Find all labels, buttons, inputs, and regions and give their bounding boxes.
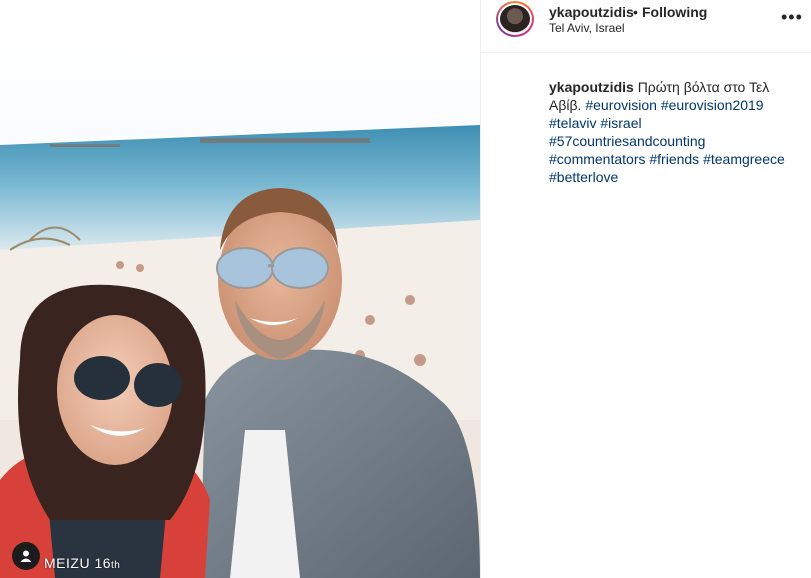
post-photo[interactable]: MEIZU 16th — [0, 0, 480, 578]
hashtag-link[interactable]: #eurovision — [585, 97, 657, 113]
hashtag-link[interactable]: #israel — [600, 115, 641, 131]
avatar[interactable] — [496, 1, 534, 37]
profile-photo — [500, 5, 530, 33]
location-link[interactable]: Tel Aviv, Israel — [549, 21, 625, 35]
hashtag-link[interactable]: #57countriesandcounting — [549, 133, 705, 149]
following-button[interactable]: Following — [642, 4, 707, 20]
hashtag-link[interactable]: #friends — [649, 151, 699, 167]
hashtag-link[interactable]: #eurovision2019 — [661, 97, 764, 113]
separator-dot: • — [633, 4, 638, 20]
selfie-beach-image — [0, 0, 480, 578]
hashtag-link[interactable]: #commentators — [549, 151, 645, 167]
hashtag-link[interactable]: #telaviv — [549, 115, 596, 131]
camera-watermark: MEIZU 16th — [44, 555, 121, 571]
hashtag-link[interactable]: #teamgreece — [703, 151, 785, 167]
tag-people-button[interactable] — [12, 542, 40, 570]
caption-username[interactable]: ykapoutzidis — [549, 79, 634, 95]
more-options-button[interactable]: ••• — [781, 7, 803, 28]
post-caption: ykapoutzidis Πρώτη βόλτα στο Τελ Αβίβ. #… — [549, 78, 789, 186]
user-tag-icon — [20, 550, 32, 562]
post-sidebar: ykapoutzidis • Following Tel Aviv, Israe… — [480, 0, 811, 578]
post-header: ykapoutzidis • Following Tel Aviv, Israe… — [481, 0, 811, 53]
more-horizontal-icon: ••• — [781, 7, 803, 27]
username-link[interactable]: ykapoutzidis — [549, 4, 634, 20]
hashtag-link[interactable]: #betterlove — [549, 169, 618, 185]
